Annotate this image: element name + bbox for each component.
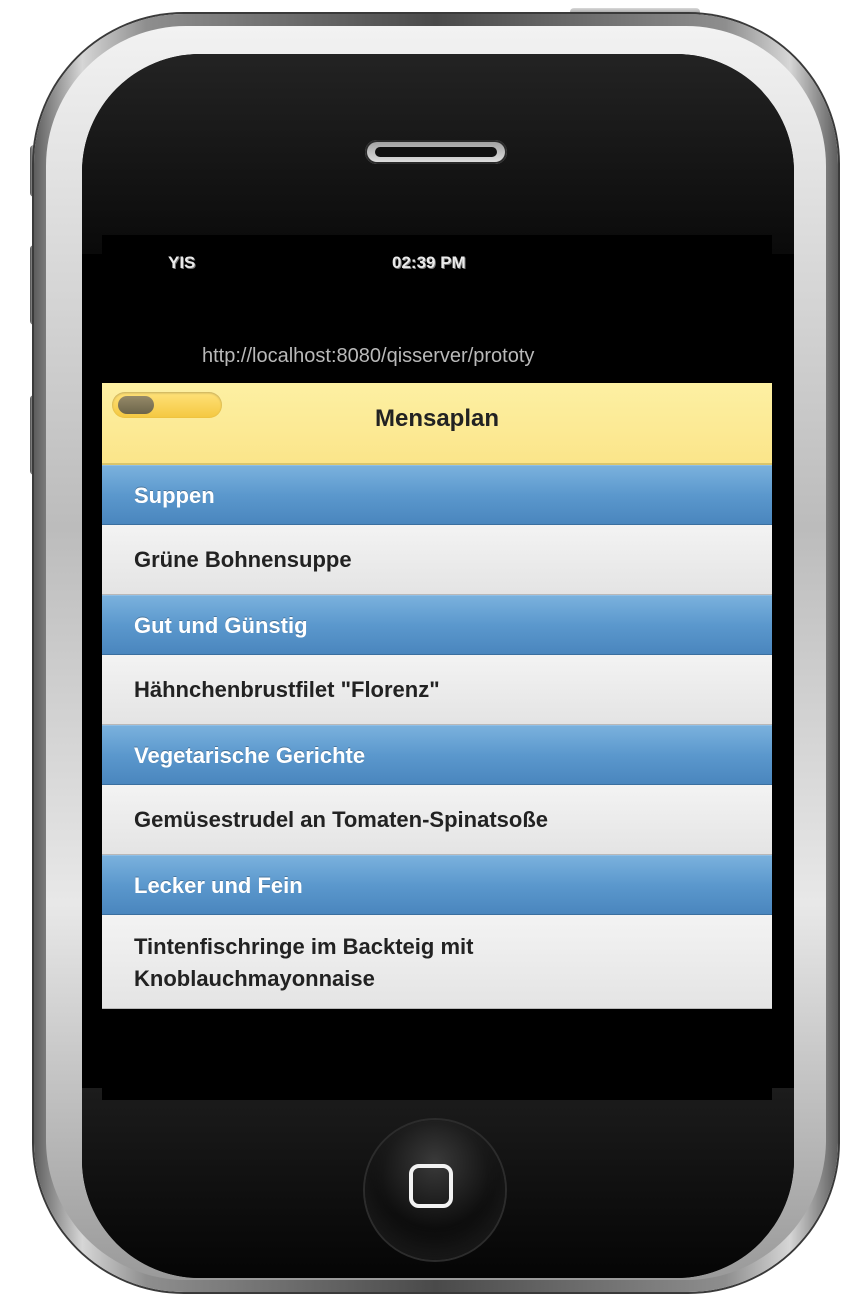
speaker-grille-icon xyxy=(365,140,507,164)
app-header: Mensaplan xyxy=(102,383,772,465)
category-row-gut-und-guenstig[interactable]: Gut und Günstig xyxy=(102,595,772,655)
status-bar: YIS 02:39 PM xyxy=(102,235,772,295)
dish-line-1: Tintenfischringe im Backteig mit xyxy=(134,934,474,959)
category-row-lecker-und-fein[interactable]: Lecker und Fein xyxy=(102,855,772,915)
mensaplan-app: Mensaplan Suppen Grüne Bohnensuppe Gut u… xyxy=(102,383,772,1013)
menu-list: Suppen Grüne Bohnensuppe Gut und Günstig… xyxy=(102,465,772,1009)
dish-line-2: Knoblauchmayonnaise xyxy=(134,966,375,991)
dish-row-tintenfischringe[interactable]: Tintenfischringe im Backteig mit Knoblau… xyxy=(102,915,772,1009)
address-bar[interactable]: http://localhost:8080/qisserver/prototy xyxy=(202,345,676,373)
status-time: 02:39 PM xyxy=(392,253,466,272)
screen: YIS 02:39 PM http://localhost:8080/qisse… xyxy=(102,235,772,1100)
carrier-label: YIS xyxy=(168,253,196,272)
page-title: Mensaplan xyxy=(374,405,500,432)
home-button[interactable] xyxy=(365,1120,505,1260)
device-frame: YIS 02:39 PM http://localhost:8080/qisse… xyxy=(0,0,845,1299)
dish-row-bohnensuppe[interactable]: Grüne Bohnensuppe xyxy=(102,525,772,595)
dish-row-gemuesestrudel[interactable]: Gemüsestrudel an Tomaten-Spinatsoße xyxy=(102,785,772,855)
category-row-suppen[interactable]: Suppen xyxy=(102,465,772,525)
home-button-icon xyxy=(409,1164,453,1208)
category-row-vegetarisch[interactable]: Vegetarische Gerichte xyxy=(102,725,772,785)
dish-row-haehnchenbrustfilet[interactable]: Hähnchenbrustfilet "Florenz" xyxy=(102,655,772,725)
